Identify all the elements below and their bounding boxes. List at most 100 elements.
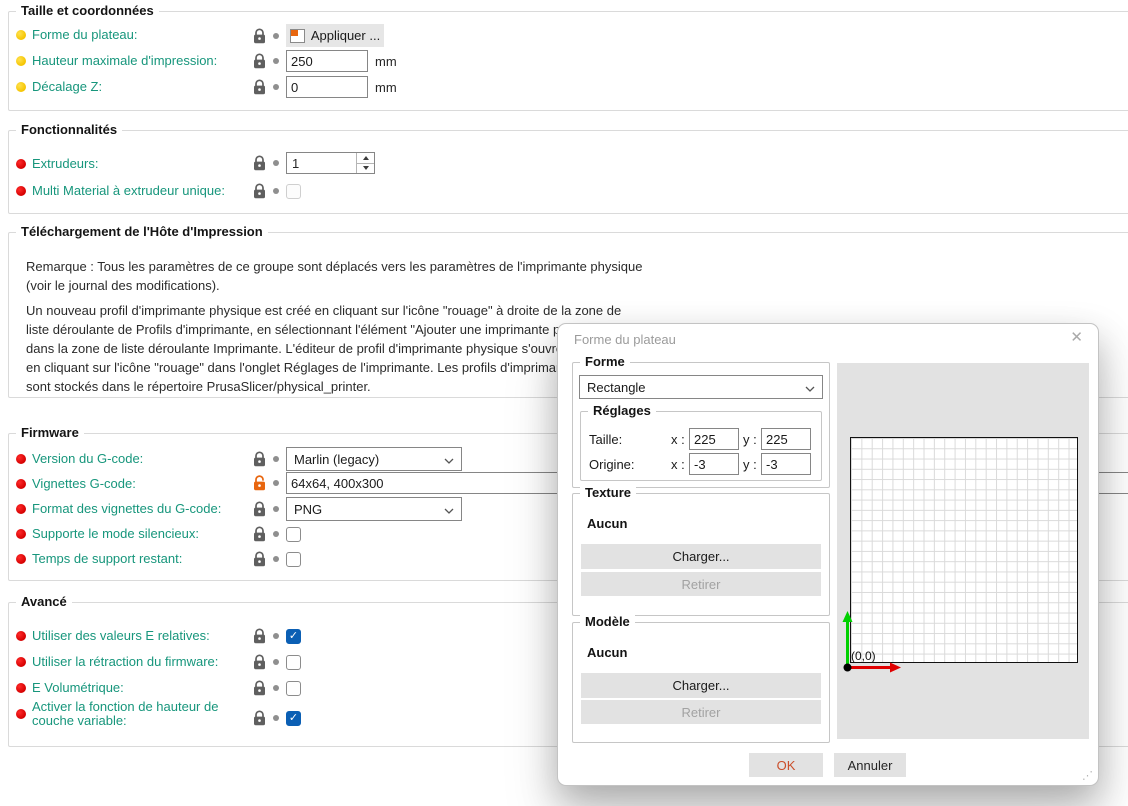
origin-y-input[interactable]: -3 (761, 453, 811, 475)
single-extruder-mm-checkbox[interactable] (286, 183, 301, 199)
spin-down-icon[interactable] (357, 162, 374, 174)
modified-dot-icon[interactable] (273, 58, 279, 64)
gcode-flavor-select[interactable]: Marlin (legacy) (286, 447, 462, 471)
lock-closed-icon[interactable] (253, 628, 266, 644)
mode-bullet-icon (16, 82, 26, 92)
setting-control-extruders: 1 (253, 152, 375, 174)
setting-label-remaining-times: Temps de support restant: (16, 552, 182, 566)
mode-bullet-icon (16, 479, 26, 489)
lock-closed-icon[interactable] (253, 680, 266, 696)
silent-mode-checkbox[interactable] (286, 526, 301, 542)
max-print-height-input[interactable]: 250 (286, 50, 368, 72)
mode-bullet-icon (16, 56, 26, 66)
modified-dot-icon[interactable] (273, 84, 279, 90)
lock-closed-icon[interactable] (253, 79, 266, 95)
cancel-button[interactable]: Annuler (834, 753, 906, 777)
setting-control-bed-shape: Appliquer ... (253, 24, 384, 47)
host-paragraph-line: dans la zone de liste déroulante Imprima… (26, 341, 628, 356)
setting-control-gcode-flavor: Marlin (legacy) (253, 447, 462, 471)
setting-label-thumbnails: Vignettes G-code: (16, 477, 136, 491)
dialog-title: Forme du plateau (574, 332, 676, 347)
bed-shape-apply-button[interactable]: Appliquer ... (286, 24, 384, 47)
bed-shape-icon (289, 28, 305, 43)
shape-select[interactable]: Rectangle (579, 375, 823, 399)
section-title: Fonctionnalités (16, 122, 123, 137)
modified-dot-icon[interactable] (273, 188, 279, 194)
modified-dot-icon[interactable] (273, 715, 279, 721)
setting-label-volumetric-e: E Volumétrique: (16, 681, 124, 695)
modified-dot-icon[interactable] (273, 659, 279, 665)
modified-dot-icon[interactable] (273, 456, 279, 462)
z-offset-input[interactable]: 0 (286, 76, 368, 98)
mode-bullet-icon (16, 529, 26, 539)
lock-closed-icon[interactable] (253, 451, 266, 467)
x-label: x : (671, 432, 685, 447)
shape-settings-group: Réglages Taille: x : 225 y : 225 Origine… (580, 403, 822, 481)
shape-group: Forme Rectangle Réglages Taille: x : 225… (572, 354, 830, 488)
remaining-times-checkbox[interactable] (286, 551, 301, 567)
setting-control-single-extruder-mm (253, 183, 301, 199)
y-label: y : (743, 457, 757, 472)
origin-x-input[interactable]: -3 (689, 453, 739, 475)
lock-closed-icon[interactable] (253, 27, 266, 44)
setting-control-relative-e (253, 628, 301, 644)
mode-bullet-icon (16, 709, 26, 719)
setting-label-silent-mode: Supporte le mode silencieux: (16, 527, 199, 541)
ok-button[interactable]: OK (749, 753, 823, 777)
modified-dot-icon[interactable] (273, 556, 279, 562)
modified-dot-icon[interactable] (273, 480, 279, 486)
volumetric-e-checkbox[interactable] (286, 680, 301, 696)
setting-label-max-print-height: Hauteur maximale d'impression: (16, 54, 217, 68)
setting-label-extruders: Extrudeurs: (16, 157, 98, 171)
lock-closed-icon[interactable] (253, 551, 266, 567)
unit-label: mm (375, 79, 397, 95)
modified-dot-icon[interactable] (273, 506, 279, 512)
close-icon[interactable]: ✕ (1070, 330, 1083, 345)
setting-label-gcode-flavor: Version du G-code: (16, 452, 143, 466)
lock-closed-icon[interactable] (253, 526, 266, 542)
origin-label: Origine: (589, 457, 635, 472)
relative-e-checkbox[interactable] (286, 628, 301, 644)
spin-up-icon[interactable] (357, 153, 374, 163)
modified-dot-icon[interactable] (273, 685, 279, 691)
lock-closed-icon[interactable] (253, 710, 266, 726)
model-load-button[interactable]: Charger... (581, 673, 821, 698)
mode-bullet-icon (16, 631, 26, 641)
mode-bullet-icon (16, 159, 26, 169)
bed-shape-dialog: Forme du plateau ✕ Forme Rectangle Régla… (557, 323, 1099, 786)
lock-closed-icon[interactable] (253, 53, 266, 69)
setting-control-variable-layer-height (253, 710, 301, 726)
setting-control-z-offset: 0 mm (253, 76, 397, 98)
setting-label-bed-shape: Forme du plateau: (16, 28, 138, 42)
resize-grip-icon[interactable]: ⋰ (1082, 769, 1093, 782)
section-title: Taille et coordonnées (16, 3, 159, 18)
modified-dot-icon[interactable] (273, 531, 279, 537)
setting-control-max-print-height: 250 mm (253, 50, 397, 72)
firmware-retraction-checkbox[interactable] (286, 654, 301, 670)
texture-load-button[interactable]: Charger... (581, 544, 821, 569)
setting-label-thumbnails-format: Format des vignettes du G-code: (16, 502, 221, 516)
extruders-stepper[interactable]: 1 (286, 152, 375, 174)
section-title: Firmware (16, 425, 84, 440)
texture-remove-button[interactable]: Retirer (581, 572, 821, 596)
chevron-down-icon (444, 502, 454, 517)
bed-preview[interactable]: (0,0) (837, 363, 1089, 739)
variable-layer-height-checkbox[interactable] (286, 710, 301, 726)
printer-settings-page: { "colors": { "label_teal": "#17967c", "… (0, 0, 1128, 806)
modified-dot-icon[interactable] (273, 160, 279, 166)
lock-closed-icon[interactable] (253, 183, 266, 199)
modified-dot-icon[interactable] (273, 32, 279, 39)
host-note-line: (voir le journal des modifications). (26, 278, 220, 293)
texture-group: Texture Aucun Charger... Retirer (572, 485, 830, 616)
model-remove-button[interactable]: Retirer (581, 700, 821, 724)
lock-open-icon[interactable] (253, 475, 266, 491)
modified-dot-icon[interactable] (273, 633, 279, 639)
thumbnails-format-select[interactable]: PNG (286, 497, 462, 521)
size-y-input[interactable]: 225 (761, 428, 811, 450)
size-x-input[interactable]: 225 (689, 428, 739, 450)
lock-closed-icon[interactable] (253, 501, 266, 517)
lock-closed-icon[interactable] (253, 654, 266, 670)
setting-label-single-extruder-mm: Multi Material à extrudeur unique: (16, 184, 225, 198)
lock-closed-icon[interactable] (253, 155, 266, 171)
model-none-label: Aucun (587, 645, 628, 660)
